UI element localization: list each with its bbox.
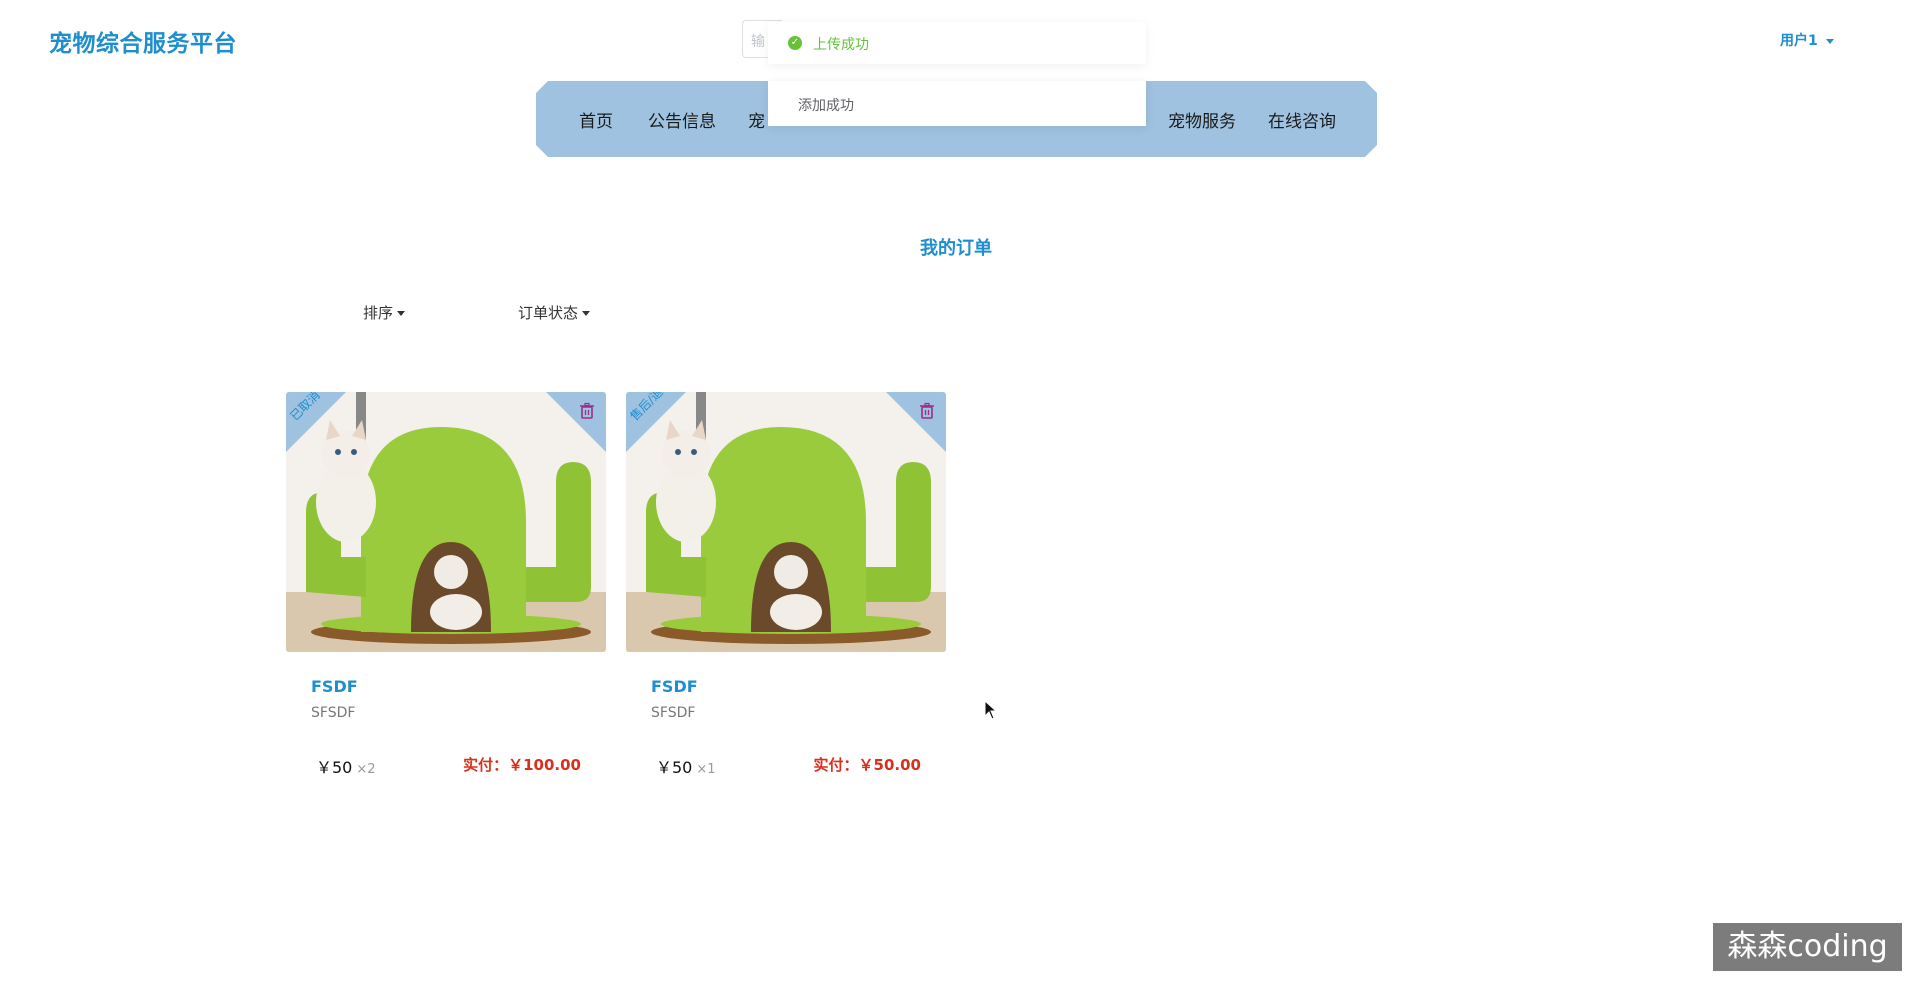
trash-icon[interactable]: [578, 402, 596, 420]
check-circle-icon: ✓: [788, 36, 802, 50]
user-menu[interactable]: 用户1: [1780, 30, 1834, 50]
nav-item-home[interactable]: 首页: [579, 107, 613, 132]
user-menu-label: 用户1: [1780, 33, 1818, 49]
caret-down-icon: [397, 311, 406, 316]
trash-icon[interactable]: [918, 402, 936, 420]
paid-amount: 实付：￥100.00: [463, 756, 581, 774]
toast-message: 上传成功: [813, 37, 869, 53]
product-subtitle: SFSDF: [651, 705, 696, 721]
nav-item-consult[interactable]: 在线咨询: [1268, 107, 1336, 132]
price-value: ￥50: [656, 758, 693, 777]
product-subtitle: SFSDF: [311, 705, 356, 721]
toast-message: 添加成功: [798, 98, 854, 114]
product-image[interactable]: 售后/退款: [626, 392, 946, 652]
page-title: 我的订单: [920, 238, 992, 259]
site-logo[interactable]: 宠物综合服务平台: [49, 24, 237, 58]
mouse-cursor-icon: [984, 700, 998, 720]
nav-item-pet-service[interactable]: 宠物服务: [1168, 107, 1236, 132]
quantity: ×2: [356, 762, 376, 777]
paid-amount: 实付：￥50.00: [813, 756, 921, 774]
status-label: 订单状态: [518, 304, 579, 322]
price-value: ￥50: [316, 758, 353, 777]
sort-dropdown[interactable]: 排序: [363, 302, 406, 323]
nav-item-pet[interactable]: 宠: [748, 107, 765, 132]
unit-price: ￥50 ×1: [656, 754, 716, 778]
caret-down-icon: [582, 311, 591, 316]
unit-price: ￥50 ×2: [316, 754, 376, 778]
watermark: 森森coding: [1713, 923, 1902, 971]
quantity: ×1: [696, 762, 716, 777]
add-success-toast: 添加成功: [768, 81, 1146, 126]
upload-success-toast: ✓ 上传成功: [768, 22, 1146, 64]
nav-item-notice[interactable]: 公告信息: [648, 107, 716, 132]
delete-ribbon: [546, 392, 606, 452]
caret-down-icon: [1825, 38, 1834, 44]
status-dropdown[interactable]: 订单状态: [518, 302, 591, 323]
delete-ribbon: [886, 392, 946, 452]
product-name[interactable]: FSDF: [651, 677, 698, 696]
product-name[interactable]: FSDF: [311, 677, 358, 696]
order-card[interactable]: 已取消 FSDF SFSDF ￥50 ×2 实付：￥100.00: [286, 392, 606, 782]
product-image[interactable]: 已取消: [286, 392, 606, 652]
sort-label: 排序: [363, 304, 394, 322]
order-card[interactable]: 售后/退款 FSDF SFSDF ￥50 ×1 实付：￥50.00: [626, 392, 946, 782]
